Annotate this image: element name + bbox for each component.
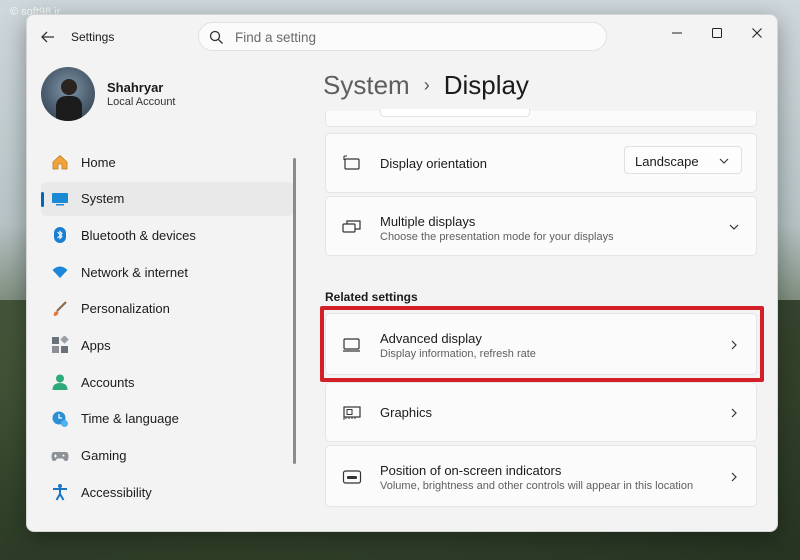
graphics-title: Graphics <box>380 405 433 420</box>
home-icon <box>52 154 68 170</box>
sidebar-item-bluetooth[interactable]: Bluetooth & devices <box>41 218 293 252</box>
chevron-down-icon <box>729 224 739 230</box>
account-type: Local Account <box>107 96 176 108</box>
accessibility-icon <box>53 484 67 501</box>
sidebar-item-apps[interactable]: Apps <box>41 328 293 362</box>
sidebar-item-gaming[interactable]: Gaming <box>41 439 293 473</box>
chevron-down-icon <box>719 158 729 164</box>
graphics-card[interactable]: Graphics <box>325 382 757 442</box>
gaming-icon <box>51 451 69 461</box>
sidebar-item-accessibility[interactable]: Accessibility <box>41 475 293 509</box>
apps-icon <box>52 336 69 354</box>
multiple-displays-subtitle: Choose the presentation mode for your di… <box>380 231 614 243</box>
graphics-card-icon <box>343 406 361 420</box>
sidebar-item-personalization[interactable]: Personalization <box>41 292 293 326</box>
minimize-button[interactable] <box>657 19 697 47</box>
close-icon <box>752 28 762 38</box>
onscreen-indicator-icon <box>342 470 362 484</box>
highlight-box <box>320 306 764 382</box>
breadcrumb: System › Display <box>323 67 529 103</box>
system-icon <box>52 192 68 206</box>
app-title: Settings <box>71 30 115 44</box>
search-input[interactable] <box>235 27 595 47</box>
user-name: Shahryar <box>107 80 164 95</box>
chevron-right-icon <box>731 472 737 482</box>
onscreen-indicators-subtitle: Volume, brightness and other controls wi… <box>380 480 694 492</box>
avatar[interactable] <box>41 67 95 121</box>
multiple-displays-title: Multiple displays <box>380 214 476 229</box>
close-button[interactable] <box>737 19 777 47</box>
minimize-icon <box>672 32 682 34</box>
search-icon <box>209 30 223 44</box>
maximize-icon <box>712 28 722 38</box>
page-title: Display <box>443 69 529 100</box>
sidebar-item-system[interactable]: System <box>41 181 293 216</box>
title-bar: Settings <box>27 15 777 59</box>
breadcrumb-parent[interactable]: System <box>323 70 410 101</box>
sidebar-scrollbar[interactable] <box>293 158 296 464</box>
time-language-icon <box>52 411 68 427</box>
personalization-icon <box>53 300 67 316</box>
breadcrumb-separator: › <box>423 74 430 95</box>
settings-window: Settings Shahryar Local Account Home Sys… <box>26 14 778 532</box>
search-box[interactable] <box>198 22 607 51</box>
accounts-icon <box>52 374 68 391</box>
onscreen-indicators-card[interactable]: Position of on-screen indicators Volume,… <box>325 445 757 507</box>
related-settings-heading: Related settings <box>325 290 418 304</box>
sidebar-nav: Home System Bluetooth & devices Network … <box>41 145 293 512</box>
orientation-value: Landscape <box>635 154 699 169</box>
bluetooth-icon <box>54 227 66 244</box>
onscreen-indicators-title: Position of on-screen indicators <box>380 463 562 478</box>
sidebar-item-time-language[interactable]: Time & language <box>41 402 293 436</box>
sidebar-item-accounts[interactable]: Accounts <box>41 365 293 399</box>
multiple-displays-card[interactable]: Multiple displays Choose the presentatio… <box>325 196 757 256</box>
network-icon <box>52 266 68 279</box>
multiple-displays-icon <box>342 220 361 233</box>
previous-setting-card <box>325 109 757 127</box>
back-arrow-icon <box>41 31 54 43</box>
back-button[interactable] <box>37 26 59 48</box>
orientation-title: Display orientation <box>380 156 487 171</box>
orientation-icon <box>343 155 360 170</box>
sidebar-item-network[interactable]: Network & internet <box>41 255 293 289</box>
orientation-dropdown[interactable]: Landscape <box>624 146 742 174</box>
chevron-right-icon <box>731 408 737 418</box>
sidebar-item-home[interactable]: Home <box>41 145 293 179</box>
display-orientation-card: Display orientation Landscape <box>325 133 757 193</box>
maximize-button[interactable] <box>697 19 737 47</box>
